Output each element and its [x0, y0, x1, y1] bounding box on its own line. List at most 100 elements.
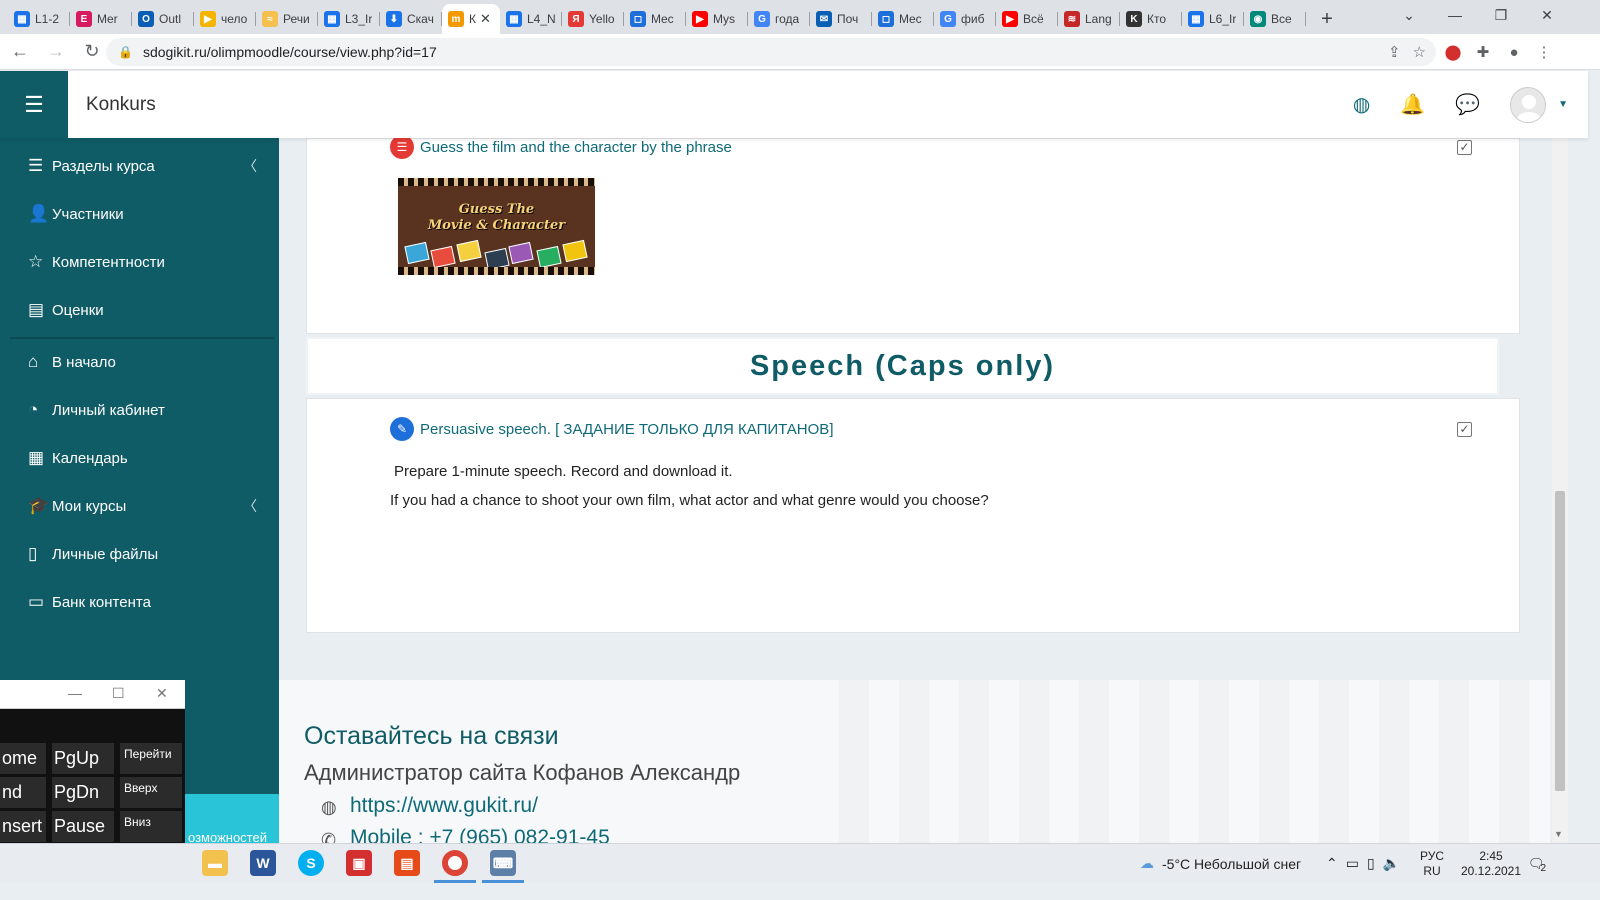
close-window-button[interactable]: ✕ [1524, 0, 1570, 30]
browser-tab[interactable]: ▶ чело [194, 4, 256, 34]
tab-search-icon[interactable]: ⌄ [1386, 0, 1432, 30]
osk-key[interactable]: nd [0, 777, 46, 808]
browser-tab[interactable]: ▦ L6_Ir [1182, 4, 1244, 34]
word-icon[interactable]: W [250, 850, 276, 876]
drawer-item-6[interactable]: ▦ Календарь [0, 434, 279, 482]
osk-close-button[interactable]: ✕ [156, 685, 168, 702]
browser-tab[interactable]: ⬇ Скач [380, 4, 442, 34]
drawer-item-0[interactable]: ☰ Разделы курса 〈 [0, 142, 279, 190]
browser-tab[interactable]: ≋ Lang [1058, 4, 1120, 34]
drawer-item-9[interactable]: ▭ Банк контента [0, 578, 279, 626]
profile-icon[interactable]: ● [1503, 41, 1525, 63]
extensions-puzzle-icon[interactable]: ✚ [1472, 41, 1494, 63]
drawer-toggle-button[interactable]: ☰ [0, 71, 68, 138]
globe-icon: ◍ [321, 797, 337, 817]
browser-tab[interactable]: ≈ Речи [256, 4, 318, 34]
footer-website-link[interactable]: https://www.gukit.ru/ [350, 794, 538, 818]
osk-key[interactable]: nsert [0, 811, 46, 842]
notification-center[interactable]: 🗨 2 [1528, 844, 1546, 883]
browser-menu-icon[interactable]: ⋮ [1533, 41, 1555, 63]
input-language[interactable]: РУС RU [1420, 844, 1444, 883]
osk-key[interactable]: Перейти [120, 743, 182, 774]
site-name[interactable]: Konkurs [86, 94, 156, 116]
browser-tab[interactable]: ◉ Все [1244, 4, 1306, 34]
minimize-button[interactable]: — [1432, 0, 1478, 30]
browser-tab[interactable]: Gфиб [934, 4, 996, 34]
chevron-left-icon[interactable]: 〈 [243, 156, 257, 176]
user-menu-caret-icon[interactable]: ▼ [1558, 99, 1568, 110]
drawer-item-1[interactable]: 👤 Участники [0, 190, 279, 238]
page-scrollbar[interactable]: ▲ ▼ [1552, 71, 1568, 843]
browser-tab[interactable]: ▦ L3_Ir [318, 4, 380, 34]
drawer-item-3[interactable]: ▤ Оценки [0, 286, 279, 334]
browser-tab[interactable]: ▦ L1-2 [8, 4, 70, 34]
browser-tab[interactable]: Я Yello [562, 4, 624, 34]
network-icon[interactable]: ▭ [1346, 855, 1359, 872]
browser-tab[interactable]: ◻ Mec [872, 4, 934, 34]
drawer-item-5[interactable]: ◔ Личный кабинет [0, 386, 279, 434]
keyboard-app-icon[interactable]: ⌨ [490, 850, 516, 876]
skype-icon[interactable]: S [298, 850, 324, 876]
osk-key[interactable]: ome [0, 743, 46, 774]
browser-tab[interactable]: E Mer [70, 4, 132, 34]
osk-key[interactable]: PgUp [52, 743, 114, 774]
forward-button[interactable]: → [40, 36, 72, 68]
power-icon[interactable]: ▯ [1367, 855, 1375, 872]
messages-icon[interactable]: 💬 [1455, 92, 1480, 117]
new-tab-button[interactable]: + [1312, 4, 1342, 34]
scroll-thumb[interactable] [1555, 491, 1565, 791]
browser-tab[interactable]: ▶ Mys [686, 4, 748, 34]
browser-tab[interactable]: m К ✕ [442, 4, 500, 34]
osk-maximize-button[interactable]: ☐ [112, 685, 125, 702]
osk-key[interactable]: Pause [52, 811, 114, 842]
tab-favicon-icon: K [1126, 11, 1142, 27]
browser-tab[interactable]: ▦ L4_N [500, 4, 562, 34]
completion-checkbox[interactable]: ✓ [1457, 422, 1472, 437]
browser-tab[interactable]: ▶ Всё [996, 4, 1058, 34]
browser-tab-strip: ▦ L1-2 E Mer O Outl ▶ чело ≈ Речи ▦ L3_Ir ⬇ Скач m К ✕ ▦ L… [0, 0, 1600, 34]
reader-app-icon[interactable]: ▣ [346, 850, 372, 876]
osk-key[interactable]: Вверх [120, 777, 182, 808]
browser-tab[interactable]: K Кто [1120, 4, 1182, 34]
osk-key[interactable]: PgDn [52, 777, 114, 808]
browser-tab[interactable]: ✉ Поч [810, 4, 872, 34]
drawer-item-7[interactable]: 🎓 Мои курсы 〈 [0, 482, 279, 530]
browser-tab[interactable]: ◻ Mec [624, 4, 686, 34]
activity-link-guess-film[interactable]: Guess the film and the character by the … [420, 139, 732, 156]
osk-key[interactable]: Вниз [120, 811, 182, 842]
drawer-item-2[interactable]: ☆ Компетентности [0, 238, 279, 286]
file-explorer-icon[interactable]: ▬ [202, 850, 228, 876]
accessibility-banner[interactable]: озможностей [185, 794, 279, 843]
share-icon[interactable]: ⇪ [1388, 43, 1401, 61]
tab-favicon-icon: ▦ [1188, 11, 1204, 27]
drawer-item-label: Календарь [52, 449, 128, 467]
hamburger-icon: ☰ [24, 91, 44, 117]
tray-expand-icon[interactable]: ⌃ [1326, 855, 1338, 872]
maximize-button[interactable]: ❐ [1478, 0, 1524, 30]
bookmark-star-icon[interactable]: ☆ [1413, 43, 1426, 61]
opera-extension-icon[interactable]: ⬤ [1442, 41, 1464, 63]
osk-minimize-button[interactable]: — [68, 685, 82, 701]
user-avatar[interactable] [1510, 86, 1547, 123]
scroll-down-icon[interactable]: ▼ [1554, 829, 1563, 839]
system-tray-icons[interactable]: ⌃ ▭ ▯ 🔈 [1326, 844, 1400, 883]
clock[interactable]: 2:45 20.12.2021 [1456, 844, 1526, 883]
chrome-icon[interactable] [442, 850, 468, 876]
tab-close-icon[interactable]: ✕ [480, 11, 491, 27]
browser-tab[interactable]: Gгода [748, 4, 810, 34]
drawer-item-label: Банк контента [52, 593, 151, 611]
weather-widget[interactable]: ☁ -5°C Небольшой снег [1140, 844, 1301, 883]
reload-button[interactable]: ↻ [76, 36, 108, 68]
chevron-left-icon[interactable]: 〈 [243, 496, 257, 516]
pdf-app-icon[interactable]: ▤ [394, 850, 420, 876]
browser-tab[interactable]: O Outl [132, 4, 194, 34]
language-globe-icon[interactable]: ◍ [1353, 92, 1370, 117]
back-button[interactable]: ← [4, 36, 36, 68]
drawer-item-4[interactable]: ⌂ В начало [0, 338, 279, 386]
activity-link-persuasive-speech[interactable]: Persuasive speech. [ ЗАДАНИЕ ТОЛЬКО ДЛЯ … [420, 421, 833, 438]
completion-checkbox[interactable]: ✓ [1457, 140, 1472, 155]
volume-icon[interactable]: 🔈 [1383, 855, 1400, 872]
notifications-bell-icon[interactable]: 🔔 [1400, 92, 1425, 117]
drawer-item-8[interactable]: ▯ Личные файлы [0, 530, 279, 578]
address-bar[interactable]: 🔒 sdogikit.ru/olimpmoodle/course/view.ph… [106, 38, 1436, 66]
